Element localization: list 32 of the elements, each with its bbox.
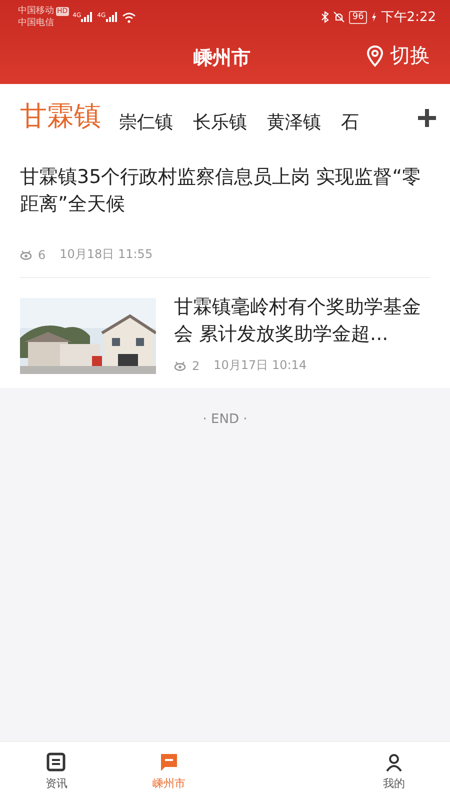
chat-bubble-icon bbox=[158, 752, 179, 772]
battery-level: 96 bbox=[349, 10, 367, 24]
signal-icon bbox=[81, 12, 94, 22]
nav-tab[interactable]: 资讯 bbox=[0, 742, 112, 800]
signal-icon bbox=[106, 12, 118, 22]
location-pin-icon bbox=[366, 44, 384, 66]
town-tab[interactable]: 长乐镇 bbox=[183, 110, 257, 134]
view-count: 2 bbox=[192, 358, 200, 372]
news-title[interactable]: 甘霖镇毫岭村有个奖助学基金会 累计发放奖助学金超... bbox=[174, 294, 430, 348]
bell-off-icon bbox=[333, 11, 346, 23]
view-count: 6 bbox=[38, 248, 46, 262]
nav-tab[interactable]: 我的 bbox=[338, 742, 450, 800]
plus-icon bbox=[418, 109, 436, 127]
eye-icon bbox=[174, 360, 186, 370]
page-title: 嵊州市 bbox=[194, 46, 250, 71]
charging-icon bbox=[370, 12, 377, 22]
town-tab[interactable]: 黄泽镇 bbox=[257, 110, 331, 134]
end-label: · END · bbox=[202, 412, 248, 427]
bluetooth-icon bbox=[321, 11, 330, 23]
town-tab[interactable]: 石 bbox=[331, 110, 369, 134]
news-title[interactable]: 甘霖镇35个行政村监察信息员上岗 实现监督“零距离”全天候 bbox=[20, 164, 430, 218]
eye-icon bbox=[20, 250, 32, 260]
wifi-icon bbox=[122, 12, 136, 22]
carrier-name: 中国移动 bbox=[18, 5, 54, 17]
town-tab[interactable]: 崇仁镇 bbox=[109, 110, 183, 134]
carrier-name: 中国电信 bbox=[18, 17, 55, 29]
status-time: 下午2:22 bbox=[380, 9, 436, 26]
person-icon bbox=[384, 752, 404, 772]
publish-time: 10月18日 11:55 bbox=[60, 246, 153, 263]
switch-button[interactable]: 切换 bbox=[364, 40, 432, 71]
publish-time: 10月17日 10:14 bbox=[214, 357, 307, 374]
list-icon bbox=[46, 752, 66, 772]
